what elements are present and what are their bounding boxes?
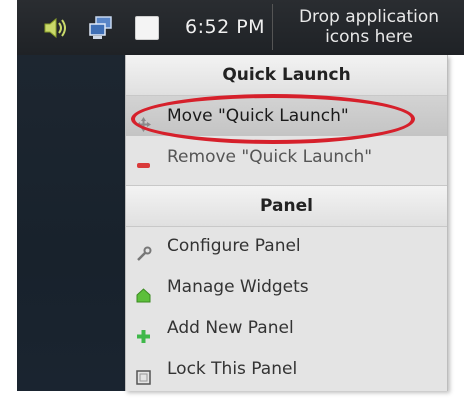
section-header-quick-launch: Quick Launch xyxy=(126,55,447,96)
menu-item-label: Remove "Quick Launch" xyxy=(167,147,373,167)
network-icon[interactable] xyxy=(87,15,115,41)
lock-icon xyxy=(135,361,152,385)
panel-context-menu: Quick Launch Move "Quick Launch" Remove … xyxy=(125,55,448,391)
move-quick-launch-item[interactable]: Move "Quick Launch" xyxy=(126,96,447,136)
menu-item-label: Manage Widgets xyxy=(167,277,309,297)
section-header-panel: Panel xyxy=(126,185,447,227)
lock-panel-item[interactable]: Lock This Panel xyxy=(126,349,447,389)
menu-item-label: Move "Quick Launch" xyxy=(167,106,349,126)
configure-panel-item[interactable]: Configure Panel xyxy=(126,226,447,266)
quick-launch-drop-zone[interactable]: Drop application icons here xyxy=(272,4,464,50)
desktop-background xyxy=(17,55,125,391)
top-panel[interactable]: 6:52 PM Drop application icons here xyxy=(17,0,464,55)
remove-icon xyxy=(135,149,152,168)
menu-item-label: Lock This Panel xyxy=(167,359,298,379)
drop-zone-text-line2: icons here xyxy=(325,27,413,47)
widgets-icon xyxy=(135,279,152,303)
remove-quick-launch-item[interactable]: Remove "Quick Launch" xyxy=(126,137,447,177)
volume-icon[interactable] xyxy=(42,15,70,41)
window-icon[interactable] xyxy=(135,16,159,40)
menu-item-label: Add New Panel xyxy=(167,318,294,338)
manage-widgets-item[interactable]: Manage Widgets xyxy=(126,267,447,307)
menu-item-label: Configure Panel xyxy=(167,236,301,256)
configure-icon xyxy=(135,238,152,261)
drop-zone-text-line1: Drop application xyxy=(298,7,440,27)
move-icon xyxy=(135,108,152,132)
add-icon xyxy=(135,320,152,343)
add-new-panel-item[interactable]: Add New Panel xyxy=(126,308,447,348)
clock[interactable]: 6:52 PM xyxy=(185,14,265,40)
